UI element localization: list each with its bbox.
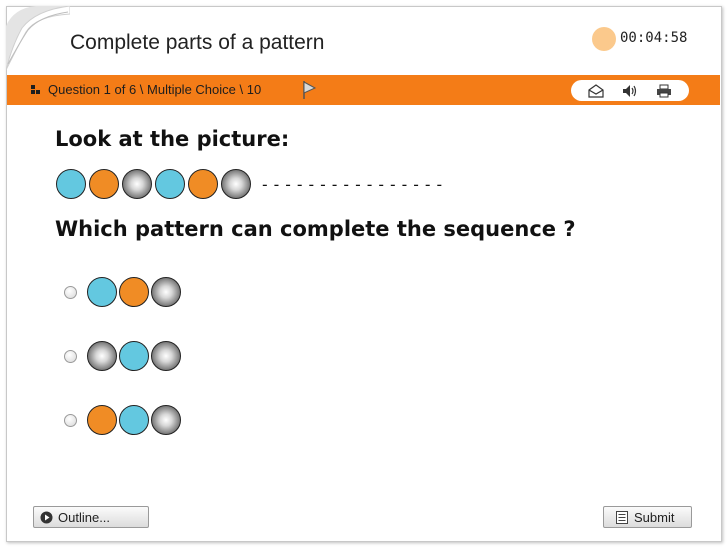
grey-ball [151, 405, 181, 435]
grey-ball [87, 341, 117, 371]
option-radio[interactable] [64, 413, 77, 427]
email-icon[interactable] [588, 83, 604, 98]
sequence-blank: ---------------- [260, 174, 447, 194]
grey-ball [122, 169, 152, 199]
option-radio[interactable] [64, 285, 77, 299]
page-title: Complete parts of a pattern [70, 31, 325, 54]
orange-ball [188, 169, 218, 199]
blue-ball [119, 405, 149, 435]
answer-option-2[interactable] [64, 341, 183, 371]
outline-label: Outline... [58, 509, 111, 525]
blue-ball [119, 341, 149, 371]
orange-ball [119, 277, 149, 307]
grey-ball [151, 341, 181, 371]
page-curl-decoration [6, 6, 70, 70]
outline-button[interactable]: Outline... [33, 506, 149, 528]
print-icon[interactable] [656, 84, 672, 98]
tools-panel [571, 80, 689, 101]
submit-label: Submit [634, 509, 675, 525]
play-icon [40, 511, 53, 523]
pattern-sequence: ---------------- [56, 169, 446, 199]
timer-indicator [592, 27, 616, 51]
blue-ball [87, 277, 117, 307]
option-radio[interactable] [64, 349, 77, 363]
speaker-icon[interactable] [622, 84, 638, 98]
orange-ball [87, 405, 117, 435]
grey-ball [221, 169, 251, 199]
question-info-text: Question 1 of 6 \ Multiple Choice \ 10 [48, 82, 262, 97]
blue-ball [56, 169, 86, 199]
timer-readout: 00:04:58 [620, 30, 688, 46]
orange-ball [89, 169, 119, 199]
prompt-which: Which pattern can complete the sequence … [55, 217, 576, 241]
list-icon [616, 510, 628, 524]
question-info: Question 1 of 6 \ Multiple Choice \ 10 [31, 82, 261, 97]
flag-icon[interactable] [301, 80, 317, 100]
answer-option-3[interactable] [64, 405, 183, 435]
prompt-look: Look at the picture: [55, 127, 290, 151]
question-bar: Question 1 of 6 \ Multiple Choice \ 10 [7, 75, 720, 105]
bullet-icon [31, 85, 40, 94]
grey-ball [151, 277, 181, 307]
answer-option-1[interactable] [64, 277, 183, 307]
blue-ball [155, 169, 185, 199]
submit-button[interactable]: Submit [603, 506, 692, 528]
